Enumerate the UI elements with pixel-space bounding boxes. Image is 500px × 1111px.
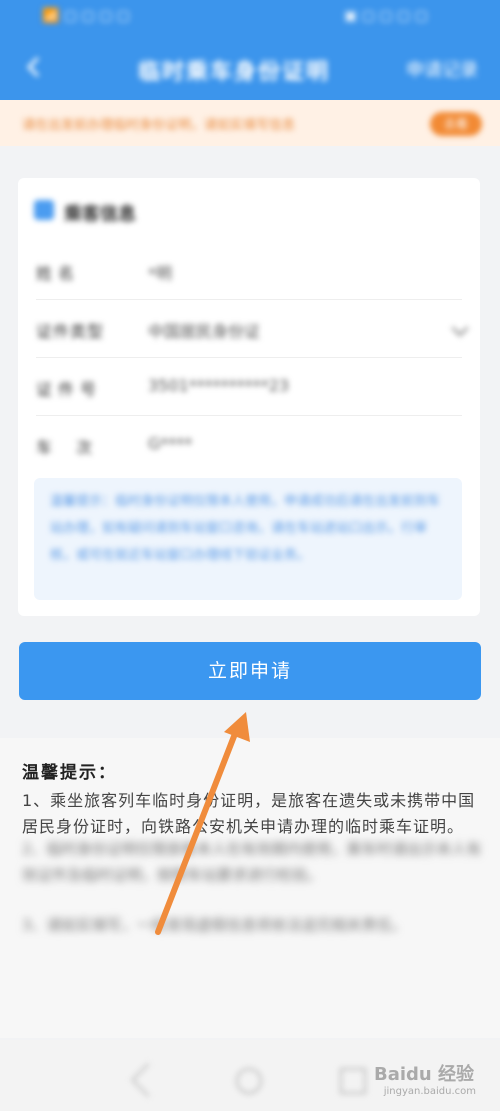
- chevron-down-icon: [451, 319, 469, 337]
- row-label: 证件号: [36, 380, 103, 399]
- status-left: 📶 ▢ ▢ ▢ ▢: [42, 8, 131, 24]
- back-icon[interactable]: [20, 52, 50, 82]
- notice-text: 请在出发前办理临时身份证明，请如实填写信息: [22, 118, 296, 133]
- row-label: 姓名: [36, 264, 81, 283]
- notice-button[interactable]: 去看: [430, 112, 482, 136]
- row-label: 车次: [36, 438, 117, 457]
- row-label: 证件类型: [36, 322, 105, 341]
- form-row-id-number[interactable]: 证件号 3501**********23: [18, 358, 480, 416]
- row-value: *明: [148, 264, 173, 283]
- status-right: ▣ ▢ ▢ ▢ ▢: [344, 8, 428, 24]
- section-title: 乘客信息: [64, 204, 136, 225]
- row-value: 中国居民身份证: [148, 322, 261, 341]
- info-text: 温馨提示：临时身份证明仅限本人使用，申请成功后请在出发前到车站办理，如有疑问请到…: [50, 494, 441, 563]
- nav-recents-icon[interactable]: [340, 1068, 366, 1094]
- tip-item: 1、乘坐旅客列车临时身份证明，是旅客在遗失或未携带中国居民身份证时，向铁路公安机…: [22, 791, 476, 836]
- row-value: G****: [148, 434, 193, 453]
- tips-title: 温馨提示：: [22, 763, 117, 783]
- tip-item: 3、请如实填写，一经发现虚假信息将依法追究相关责任。: [22, 916, 407, 934]
- tip-item: 2、临时身份证明仅限旅客本人在有效期内使用，乘车时请出示本人有效证件及临时证明，…: [22, 840, 482, 884]
- apply-now-button[interactable]: 立即申请: [19, 642, 481, 700]
- form-row-train[interactable]: 车次 G****: [18, 416, 480, 474]
- watermark-logo: Bai⁠du 经验: [373, 1064, 474, 1085]
- form-row-id-type[interactable]: 证件类型 中国居民身份证: [18, 300, 480, 358]
- records-link[interactable]: 申请记录: [406, 56, 478, 82]
- row-value: 3501**********23: [148, 376, 290, 395]
- watermark-url: jingyan.baidu.com: [383, 1086, 476, 1097]
- form-row-name[interactable]: 姓名 *明: [18, 242, 480, 300]
- section-icon: [34, 200, 54, 220]
- status-bar: 📶 ▢ ▢ ▢ ▢ ▣ ▢ ▢ ▢ ▢: [0, 0, 500, 36]
- nav-home-icon[interactable]: [236, 1068, 262, 1094]
- page-title: 临时乘车身份证明: [138, 60, 331, 85]
- tips-section: [0, 738, 500, 1038]
